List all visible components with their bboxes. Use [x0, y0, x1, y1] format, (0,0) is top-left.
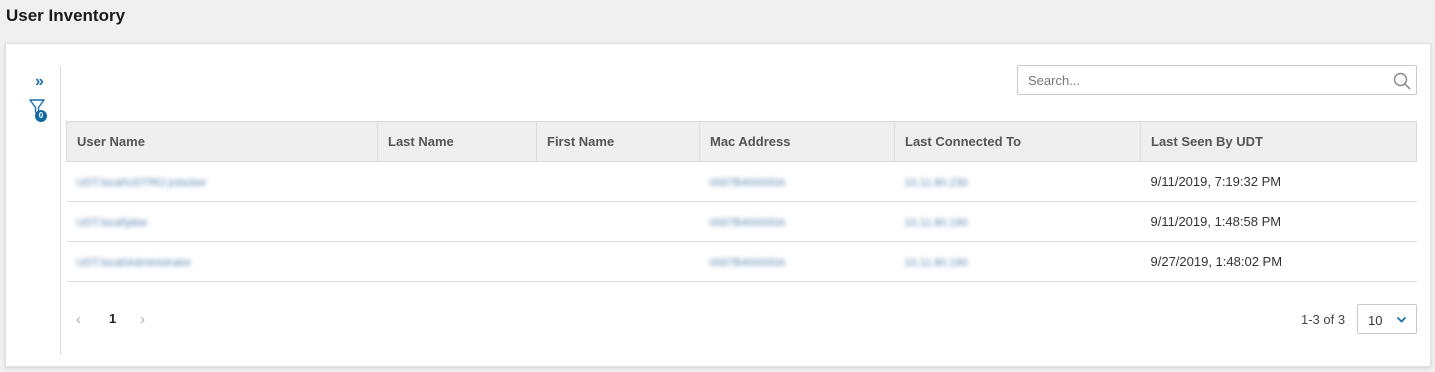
column-header-first-name[interactable]: First Name: [536, 121, 700, 162]
user-inventory-table: User Name Last Name First Name Mac Addre…: [66, 121, 1417, 282]
column-header-user-name[interactable]: User Name: [66, 121, 378, 162]
prev-page-icon[interactable]: ‹: [76, 311, 81, 328]
table-row[interactable]: UDT.local\UDTRO.jntscker 0007B400000A 10…: [66, 161, 1417, 202]
column-header-last-name[interactable]: Last Name: [377, 121, 537, 162]
page-size-value: 10: [1368, 313, 1383, 328]
first-name-cell: [536, 161, 700, 202]
table-header-row: User Name Last Name First Name Mac Addre…: [66, 121, 1417, 162]
table-row[interactable]: UDT.local\jdoe 0007B400000A 10.11.80.190…: [66, 201, 1417, 242]
result-range-label: 1-3 of 3: [1301, 312, 1346, 327]
column-header-mac-address[interactable]: Mac Address: [699, 121, 895, 162]
filter-count-badge: 0: [35, 110, 47, 122]
column-header-last-seen[interactable]: Last Seen By UDT: [1140, 121, 1417, 162]
mac-address-cell: 0007B400000A: [709, 257, 786, 269]
last-name-cell: [377, 201, 537, 242]
table-row[interactable]: UDT.local\Administrator 0007B400000A 10.…: [66, 241, 1417, 282]
first-name-cell: [536, 201, 700, 242]
user-name-cell[interactable]: UDT.local\UDTRO.jntscker: [77, 177, 207, 189]
column-header-last-connected-to[interactable]: Last Connected To: [894, 121, 1141, 162]
search-input[interactable]: [1018, 66, 1388, 94]
filter-sidebar: » 0: [6, 44, 61, 366]
mac-address-cell: 0007B400000A: [709, 217, 786, 229]
last-name-cell: [377, 241, 537, 282]
user-name-cell[interactable]: UDT.local\Administrator: [77, 257, 192, 269]
mac-address-cell: 0007B400000A: [709, 177, 786, 189]
page-title: User Inventory: [6, 6, 126, 25]
first-name-cell: [536, 241, 700, 282]
last-seen-cell: 9/27/2019, 1:48:02 PM: [1140, 241, 1417, 282]
user-name-cell[interactable]: UDT.local\jdoe: [77, 217, 148, 229]
last-connected-cell: 10.11.80.190: [904, 217, 968, 229]
sidebar-divider: [60, 66, 61, 354]
pagination-bar: ‹ 1 › 1-3 of 3 10: [66, 304, 1417, 334]
chevron-down-icon: [1396, 316, 1407, 323]
search-box: [1017, 65, 1417, 95]
inventory-panel: » 0 User Name Last Name First Name Mac A…: [5, 43, 1431, 367]
last-seen-cell: 9/11/2019, 1:48:58 PM: [1140, 201, 1417, 242]
page-size-select[interactable]: 10: [1357, 304, 1417, 334]
expand-sidebar-icon[interactable]: »: [35, 74, 44, 90]
page-number-button[interactable]: 1: [109, 311, 116, 326]
last-seen-cell: 9/11/2019, 7:19:32 PM: [1140, 161, 1417, 202]
search-icon[interactable]: [1392, 71, 1412, 91]
last-name-cell: [377, 161, 537, 202]
last-connected-cell: 10.11.80.230: [904, 177, 968, 189]
next-page-icon[interactable]: ›: [140, 311, 145, 328]
last-connected-cell: 10.11.80.190: [904, 257, 968, 269]
